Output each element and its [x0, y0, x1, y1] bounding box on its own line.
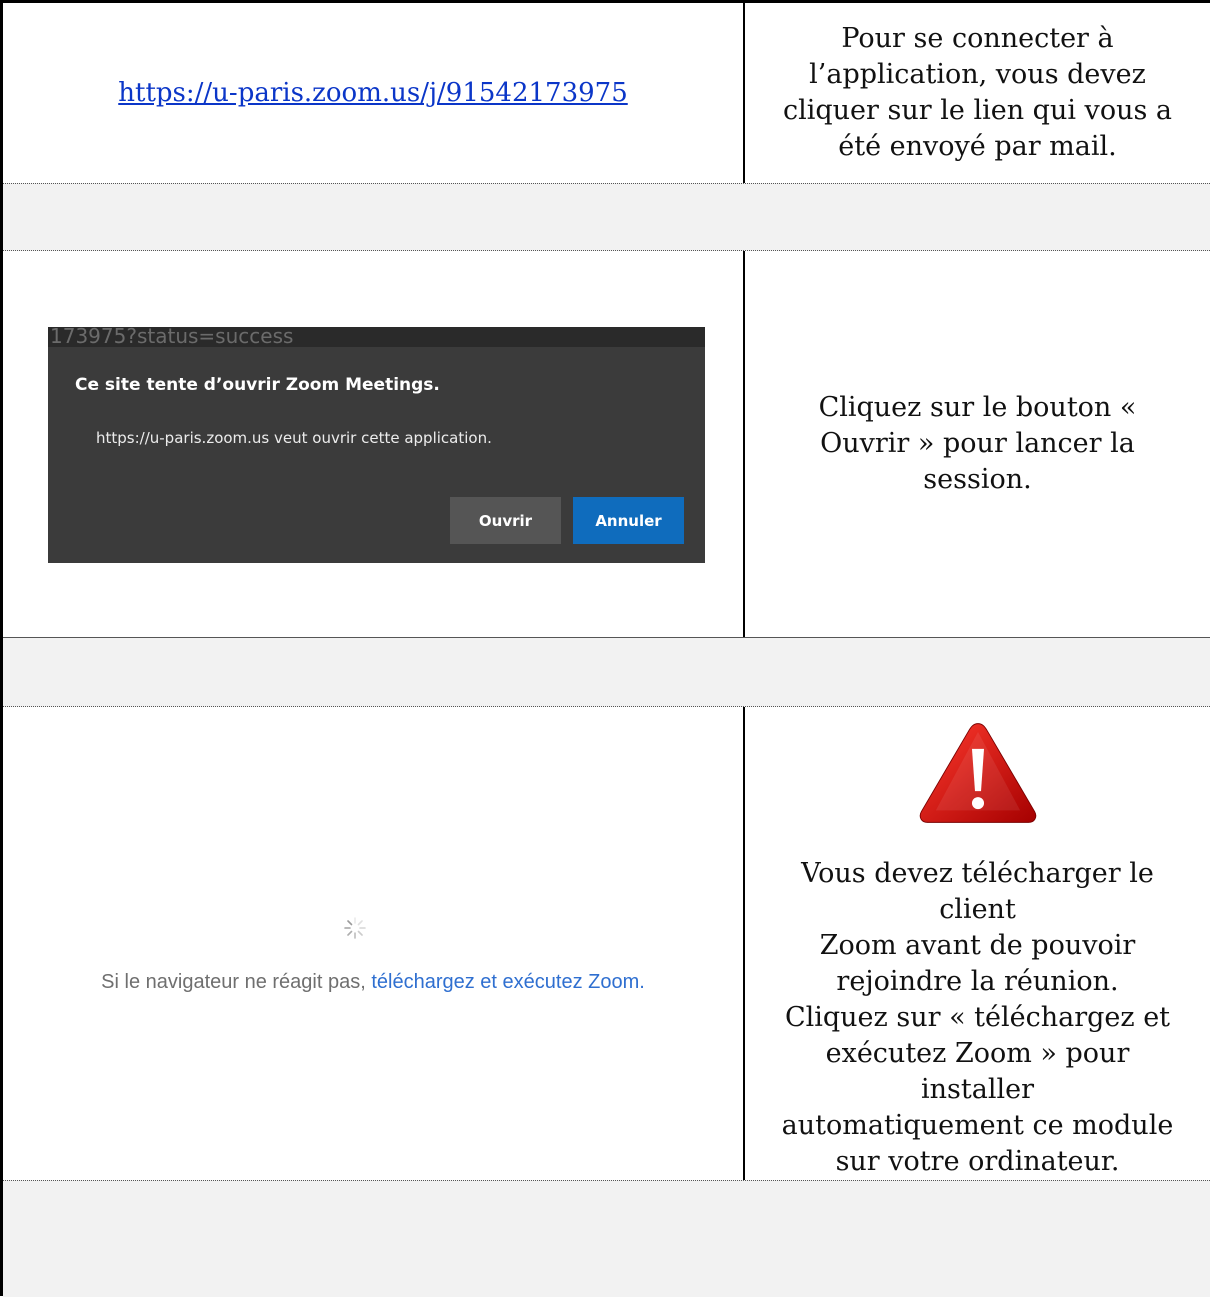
cell-prompt-screenshot: 173975?status=success Ce site tente d’ou… [3, 250, 743, 637]
open-button[interactable]: Ouvrir [450, 497, 561, 544]
row-meeting-link: https://u-paris.zoom.us/j/91542173975 Po… [3, 3, 1210, 183]
cell-instruction-3: Vous devez télécharger le client Zoom av… [745, 706, 1210, 1180]
prompt-message: https://u-paris.zoom.us veut ouvrir cett… [96, 429, 492, 447]
instruction-text-2: Cliquez sur le bouton « Ouvrir » pour la… [818, 391, 1137, 495]
loading-message: Si le navigateur ne réagit pas, téléchar… [3, 971, 743, 994]
loading-text-suffix: . [639, 971, 645, 993]
prompt-title: Ce site tente d’ouvrir Zoom Meetings. [75, 375, 440, 395]
row-download: Si le navigateur ne réagit pas, téléchar… [3, 706, 1210, 1180]
instruction-line: Vous devez télécharger le client [801, 858, 1154, 925]
cell-instruction-2: Cliquez sur le bouton « Ouvrir » pour la… [745, 250, 1210, 637]
instruction-text-3: Vous devez télécharger le client Zoom av… [778, 856, 1178, 1180]
instruction-line: rejoindre la réunion. [836, 966, 1119, 997]
cell-instruction-1: Pour se connecter à l’application, vous … [745, 3, 1210, 183]
loading-spinner-icon [344, 917, 366, 939]
instruction-line: sur votre ordinateur. [835, 1146, 1120, 1177]
download-zoom-link[interactable]: téléchargez et exécutez Zoom [371, 971, 639, 993]
loading-text-prefix: Si le navigateur ne réagit pas, [101, 971, 372, 993]
cell-loading-screenshot: Si le navigateur ne réagit pas, téléchar… [3, 706, 743, 1180]
cancel-button[interactable]: Annuler [573, 497, 684, 544]
meeting-link[interactable]: https://u-paris.zoom.us/j/91542173975 [3, 3, 743, 183]
spacer-row-3 [3, 1180, 1210, 1297]
spacer-row-1 [3, 183, 1210, 251]
browser-open-prompt: 173975?status=success Ce site tente d’ou… [48, 327, 705, 563]
warning-triangle-icon [919, 723, 1036, 823]
spacer-row-2 [3, 637, 1210, 707]
instruction-line: automatiquement ce module [781, 1110, 1174, 1141]
row-open-prompt: 173975?status=success Ce site tente d’ou… [3, 250, 1210, 637]
instruction-text-1: Pour se connecter à l’application, vous … [782, 23, 1172, 162]
prompt-url-bar: 173975?status=success [48, 327, 705, 347]
instruction-line: Cliquez sur « téléchargez et [784, 1002, 1171, 1033]
instruction-line: exécutez Zoom » pour installer [825, 1038, 1130, 1105]
instruction-line: Zoom avant de pouvoir [819, 930, 1136, 961]
